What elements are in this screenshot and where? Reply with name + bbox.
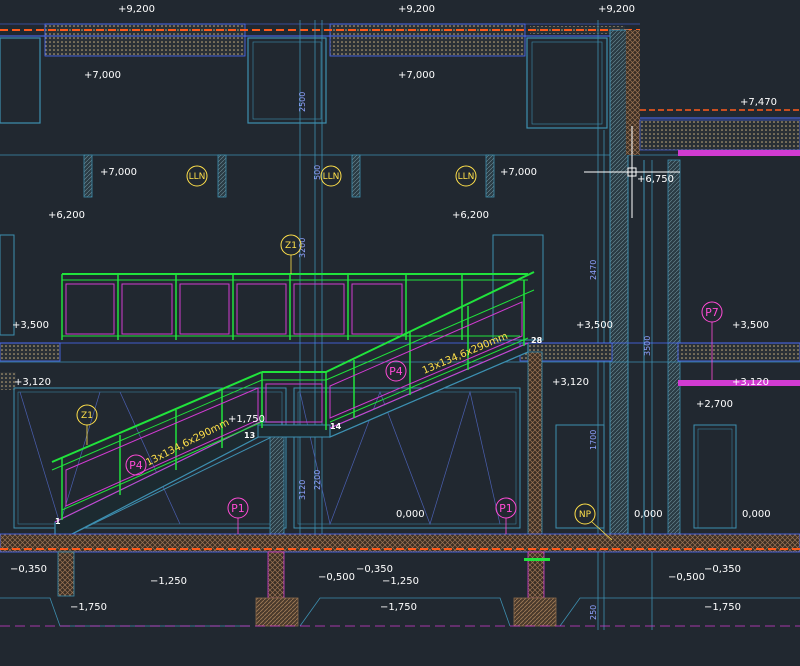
tag-p1-left: P1 — [227, 497, 249, 534]
level-label: −0,500 — [318, 572, 355, 583]
level-label: +3,120 — [732, 377, 769, 388]
level-label: +3,120 — [552, 377, 589, 388]
svg-text:P1: P1 — [499, 502, 513, 515]
level-label: −0,350 — [356, 564, 393, 575]
svg-text:LLN: LLN — [189, 172, 206, 182]
dimension-text: 3120 — [298, 480, 307, 500]
level-label: +6,750 — [637, 174, 674, 185]
dimension-text: 3500 — [643, 336, 652, 356]
level-markers: +9,200 +9,200 +9,200 +7,000 +7,000 +7,00… — [10, 4, 777, 613]
level-label: −1,750 — [704, 602, 741, 613]
level-label: 0,000 — [396, 509, 425, 520]
level-label: −0,350 — [10, 564, 47, 575]
level-label: +3,500 — [732, 320, 769, 331]
level-label: 0,000 — [742, 509, 771, 520]
svg-text:Z1: Z1 — [81, 411, 93, 421]
tag-p1-right: P1 — [495, 497, 517, 534]
level-label: +7,470 — [740, 97, 777, 108]
svg-text:P7: P7 — [705, 306, 719, 319]
tag-lln-1: LLN — [186, 165, 208, 187]
tag-lln-3: LLN — [455, 165, 477, 187]
level-label: +7,000 — [500, 167, 537, 178]
level-label: −0,350 — [704, 564, 741, 575]
dimension-text: 3200 — [298, 238, 307, 258]
dimension-text: 1700 — [589, 430, 598, 450]
svg-text:P1: P1 — [231, 502, 245, 515]
cad-drawing-canvas[interactable]: +9,200 +9,200 +9,200 +7,000 +7,000 +7,00… — [0, 0, 800, 666]
level-label: +9,200 — [398, 4, 435, 15]
svg-text:P4: P4 — [129, 459, 143, 472]
step-number: 14 — [330, 422, 342, 431]
level-label: −1,750 — [70, 602, 107, 613]
stair-flight-upper — [329, 342, 529, 438]
level-label: +2,700 — [696, 399, 733, 410]
step-number: 1 — [55, 517, 61, 526]
svg-text:LLN: LLN — [323, 172, 340, 182]
dimension-text: 2200 — [313, 470, 322, 490]
dimension-text: 250 — [589, 605, 598, 620]
svg-text:NP: NP — [579, 510, 592, 520]
level-label: −1,250 — [150, 576, 187, 587]
level-label: −1,250 — [382, 576, 419, 587]
tag-p7: P7 — [701, 301, 723, 380]
tag-p4-lower: P4 — [125, 454, 147, 476]
step-number: 13 — [244, 431, 255, 440]
level-label: +7,000 — [84, 70, 121, 81]
dimension-text: 2470 — [589, 260, 598, 280]
level-label: +7,000 — [398, 70, 435, 81]
level-label: +1,750 — [228, 414, 265, 425]
dimension-text: 2500 — [298, 92, 307, 112]
level-label: −1,750 — [380, 602, 417, 613]
level-label: +9,200 — [598, 4, 635, 15]
column-hatched-right — [527, 351, 543, 543]
level-label: +6,200 — [452, 210, 489, 221]
svg-text:Z1: Z1 — [285, 241, 297, 251]
tag-lln-2: LLN — [320, 165, 342, 187]
level-label: +9,200 — [118, 4, 155, 15]
level-label: +7,000 — [100, 167, 137, 178]
level-label: +3,120 — [14, 377, 51, 388]
railing-upper-flight — [325, 271, 535, 423]
level-label: +6,200 — [48, 210, 85, 221]
svg-text:P4: P4 — [389, 365, 403, 378]
level-label: −0,500 — [668, 572, 705, 583]
level-label: +3,500 — [576, 320, 613, 331]
svg-text:LLN: LLN — [458, 172, 475, 182]
level-label: +3,500 — [12, 320, 49, 331]
tag-p4-upper: P4 — [385, 360, 407, 382]
step-number: 28 — [531, 336, 543, 345]
level-label: 0,000 — [634, 509, 663, 520]
